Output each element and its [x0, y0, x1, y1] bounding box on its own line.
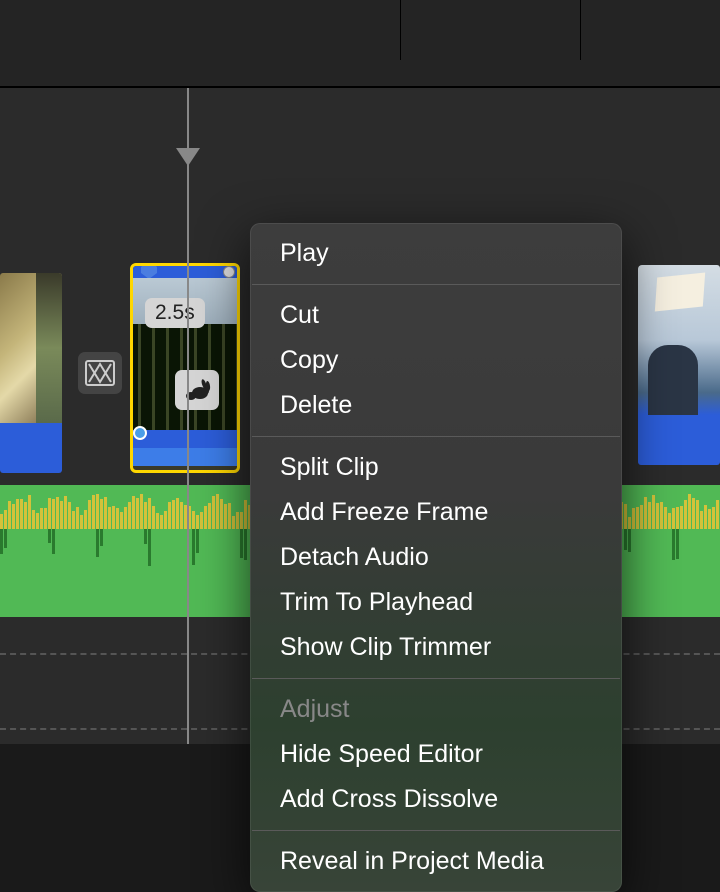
menu-item-add-cross-dissolve[interactable]: Add Cross Dissolve: [250, 777, 622, 822]
menu-separator: [252, 284, 620, 285]
clip-audio-bar: [0, 423, 62, 473]
menu-item-add-freeze-frame[interactable]: Add Freeze Frame: [250, 490, 622, 535]
speed-handle-icon[interactable]: [141, 263, 157, 279]
playhead[interactable]: [187, 88, 189, 744]
speed-end-handle[interactable]: [223, 266, 235, 278]
video-clip-2-selected[interactable]: 2.5s: [130, 263, 240, 473]
timeline[interactable]: 2.5s: [0, 88, 720, 744]
video-clip-1[interactable]: [0, 273, 62, 473]
menu-item-play[interactable]: Play: [250, 231, 622, 276]
keyframe-marker[interactable]: [133, 426, 147, 440]
menu-item-delete[interactable]: Delete: [250, 383, 622, 428]
menu-item-detach-audio[interactable]: Detach Audio: [250, 535, 622, 580]
menu-item-trim-to-playhead[interactable]: Trim To Playhead: [250, 580, 622, 625]
menu-item-show-clip-trimmer[interactable]: Show Clip Trimmer: [250, 625, 622, 670]
clip-thumbnail: [0, 273, 62, 423]
menu-item-copy[interactable]: Copy: [250, 338, 622, 383]
clip-audio-bar: [638, 415, 720, 465]
top-toolbar: [0, 0, 720, 88]
transition-icon[interactable]: [78, 352, 122, 394]
menu-separator: [252, 830, 620, 831]
menu-separator: [252, 678, 620, 679]
clip-thumbnail: [638, 265, 720, 415]
menu-item-reveal-in-project-media[interactable]: Reveal in Project Media: [250, 839, 622, 884]
menu-item-split-clip[interactable]: Split Clip: [250, 445, 622, 490]
menu-item-cut[interactable]: Cut: [250, 293, 622, 338]
clip-audio-bar: [133, 430, 237, 466]
menu-item-adjust: Adjust: [250, 687, 622, 732]
playhead-marker-icon[interactable]: [176, 148, 200, 166]
rabbit-icon: [175, 370, 219, 410]
context-menu: Play CutCopyDelete Split ClipAdd Freeze Fr…: [250, 223, 622, 892]
menu-item-hide-speed-editor[interactable]: Hide Speed Editor: [250, 732, 622, 777]
video-clip-3[interactable]: [638, 265, 720, 465]
speed-editor-bar[interactable]: [133, 266, 237, 278]
menu-separator: [252, 436, 620, 437]
speed-duration-badge: 2.5s: [145, 298, 205, 328]
